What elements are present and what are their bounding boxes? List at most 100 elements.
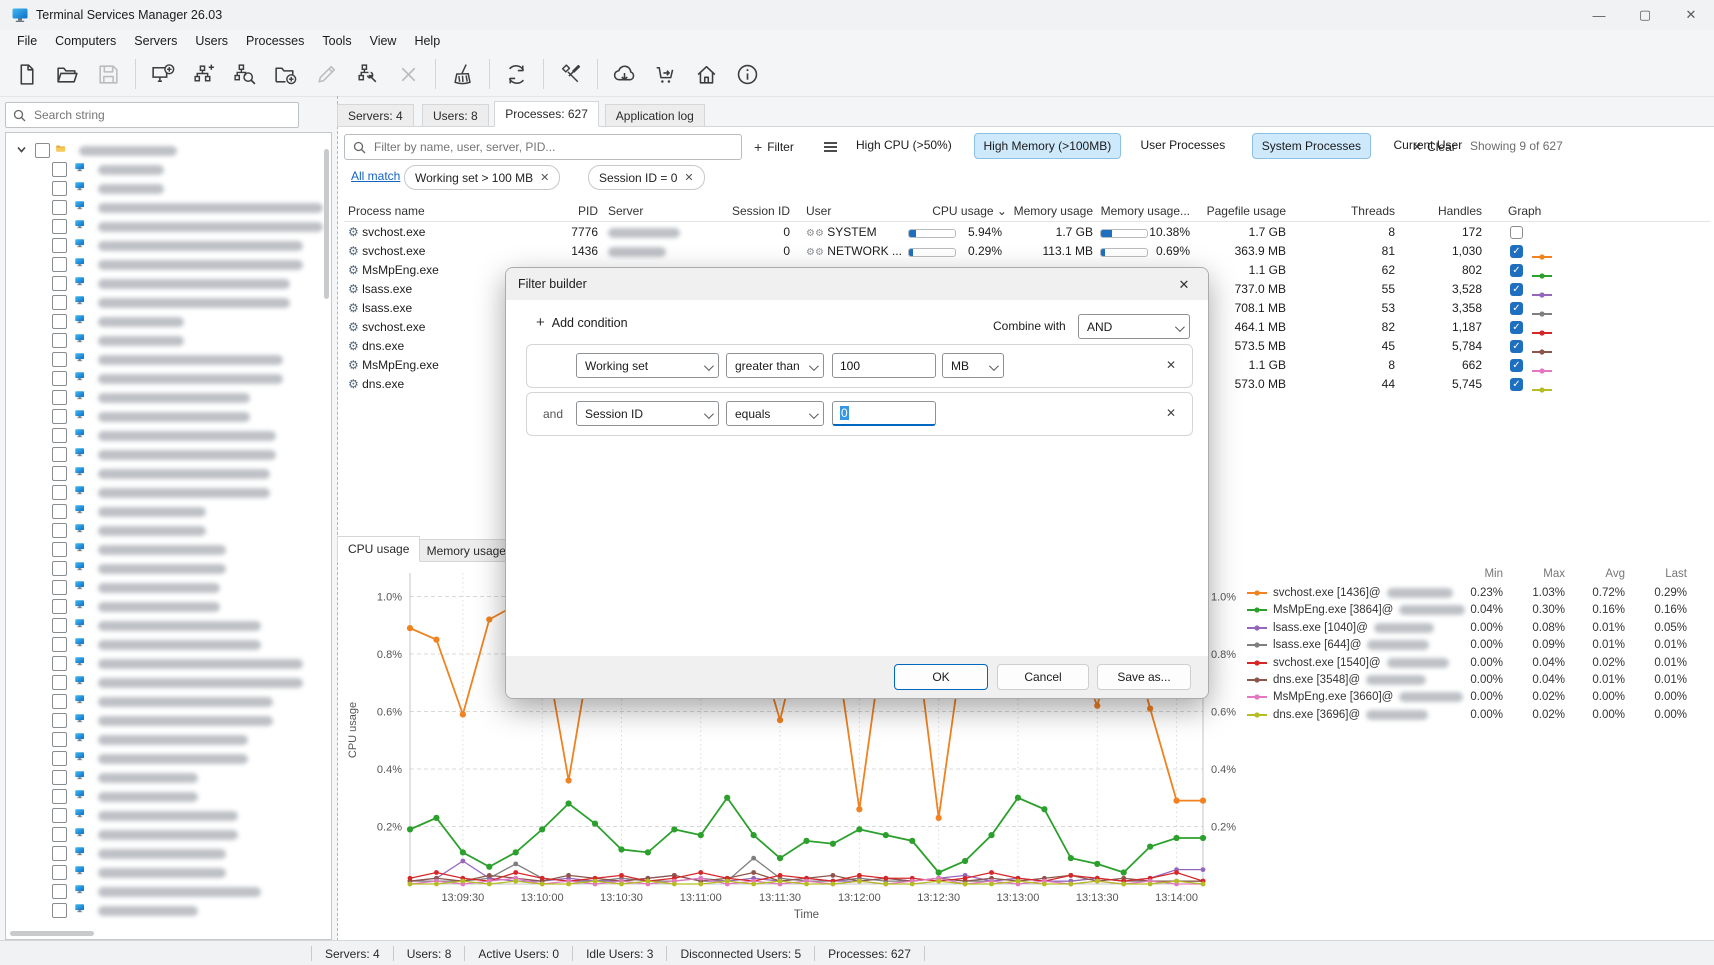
chevron-down-icon[interactable] (16, 144, 27, 158)
save-as-button[interactable]: Save as... (1097, 664, 1191, 690)
column-header-session-id[interactable]: Session ID (700, 204, 790, 218)
tree-item-checkbox[interactable] (52, 732, 67, 747)
graph-checkbox[interactable]: ✓ (1510, 283, 1523, 296)
tree-item-checkbox[interactable] (52, 789, 67, 804)
tree-computer-item[interactable] (52, 255, 303, 274)
condition-field-select[interactable]: Working set (576, 353, 719, 378)
graph-checkbox[interactable]: ✓ (1510, 321, 1523, 334)
toolbar-add-folder-icon[interactable] (265, 55, 306, 93)
tree-computer-item[interactable] (52, 426, 276, 445)
minimize-button[interactable]: — (1576, 0, 1622, 30)
toolbar-refresh-icon[interactable] (496, 55, 537, 93)
add-condition-button[interactable]: + Add condition (536, 314, 628, 331)
tree-computer-item[interactable] (52, 559, 226, 578)
tree-item-checkbox[interactable] (52, 713, 67, 728)
chip-remove-icon[interactable]: ✕ (684, 171, 693, 184)
tree-computer-item[interactable] (52, 407, 250, 426)
tree-computer-item[interactable] (52, 901, 198, 920)
condition-operator-select[interactable]: equals (726, 401, 824, 426)
tab-users-8[interactable]: Users: 8 (422, 104, 489, 127)
tab-application-log[interactable]: Application log (605, 104, 705, 127)
graph-checkbox[interactable]: ✓ (1510, 302, 1523, 315)
chip-remove-icon[interactable]: ✕ (540, 171, 549, 184)
column-header-user[interactable]: User (806, 204, 831, 218)
table-row[interactable]: ⚙ svchost.exe77760⚙⚙ SYSTEM5.94%1.7 GB10… (344, 223, 1710, 242)
combine-with-select[interactable]: AND (1078, 314, 1190, 339)
toolbar-info-icon[interactable] (727, 55, 768, 93)
tree-computer-item[interactable] (52, 274, 290, 293)
cancel-button[interactable]: Cancel (997, 664, 1089, 690)
tree-computer-item[interactable] (52, 597, 220, 616)
graph-checkbox[interactable]: ✓ (1510, 264, 1523, 277)
filter-chip[interactable]: Working set > 100 MB✕ (404, 165, 560, 190)
condition-value-input[interactable]: 100 (832, 353, 936, 378)
tree-item-checkbox[interactable] (52, 200, 67, 215)
tree-item-checkbox[interactable] (52, 447, 67, 462)
dialog-close-button[interactable]: ✕ (1172, 274, 1196, 296)
tree-computer-item[interactable] (52, 388, 250, 407)
condition-unit-select[interactable]: MB (942, 353, 1004, 378)
tree-item-checkbox[interactable] (52, 637, 67, 652)
tree-item-checkbox[interactable] (52, 390, 67, 405)
filter-toggle-system-processes[interactable]: System Processes (1252, 133, 1371, 159)
tree-item-checkbox[interactable] (52, 333, 67, 348)
condition-operator-select[interactable]: greater than (726, 353, 824, 378)
tree-computer-item[interactable] (52, 369, 283, 388)
tree-computer-item[interactable] (52, 464, 270, 483)
column-header-server[interactable]: Server (608, 204, 643, 218)
graph-checkbox[interactable]: ✓ (1510, 340, 1523, 353)
column-header-pid[interactable]: PID (508, 204, 598, 218)
chart-tab-cpu-usage[interactable]: CPU usage (337, 536, 420, 562)
tree-horizontal-scrollbar[interactable] (10, 931, 94, 936)
tree-item-checkbox[interactable] (52, 770, 67, 785)
tree-root-item[interactable] (16, 141, 177, 160)
add-filter-button[interactable]: + Filter (754, 136, 794, 158)
process-table-header[interactable]: Process name PID Server Session ID User CPU u… (344, 200, 1710, 222)
menu-servers[interactable]: Servers (125, 32, 186, 50)
tree-item-checkbox[interactable] (52, 504, 67, 519)
condition-remove-button[interactable]: ✕ (1166, 358, 1176, 372)
column-header-graph[interactable]: Graph (1508, 204, 1541, 218)
menu-file[interactable]: File (8, 32, 46, 50)
tree-item-checkbox[interactable] (52, 903, 67, 918)
tree-item-checkbox[interactable] (52, 428, 67, 443)
toolbar-home-icon[interactable] (686, 55, 727, 93)
tree-computer-item[interactable] (52, 445, 276, 464)
tree-item-checkbox[interactable] (52, 162, 67, 177)
column-header-memory-usage[interactable]: Memory usage (1003, 204, 1093, 218)
tree-computer-item[interactable] (52, 806, 238, 825)
tree-item-checkbox[interactable] (52, 352, 67, 367)
tree-item-checkbox[interactable] (52, 219, 67, 234)
filter-toggle-user-processes[interactable]: User Processes (1132, 133, 1235, 157)
tree-computer-item[interactable] (52, 217, 323, 236)
tree-computer-item[interactable] (52, 521, 206, 540)
tree-computer-item[interactable] (52, 198, 323, 217)
column-header-cpu-usage[interactable]: CPU usage ⌄ (917, 204, 1007, 218)
menu-users[interactable]: Users (186, 32, 237, 50)
tree-item-checkbox[interactable] (52, 694, 67, 709)
tree-computer-item[interactable] (52, 331, 184, 350)
tree-item-checkbox[interactable] (52, 409, 67, 424)
tree-computer-item[interactable] (52, 882, 261, 901)
tree-computer-item[interactable] (52, 236, 303, 255)
tab-processes-627[interactable]: Processes: 627 (494, 101, 599, 127)
tree-computer-item[interactable] (52, 673, 303, 692)
tree-item-checkbox[interactable] (52, 257, 67, 272)
tree-item-checkbox[interactable] (52, 675, 67, 690)
tree-item-checkbox[interactable] (52, 523, 67, 538)
tree-computer-item[interactable] (52, 578, 220, 597)
tree-item-checkbox[interactable] (52, 580, 67, 595)
filter-toggle-high-memory-100mb-[interactable]: High Memory (>100MB) (974, 133, 1122, 159)
column-header-pagefile-usage[interactable]: Pagefile usage (1196, 204, 1286, 218)
tree-computer-item[interactable] (52, 635, 261, 654)
tree-computer-item[interactable] (52, 768, 198, 787)
tree-computer-item[interactable] (52, 711, 273, 730)
tree-computer-item[interactable] (52, 844, 226, 863)
column-header-memory-usage-[interactable]: Memory usage... (1100, 204, 1190, 218)
column-header-process-name[interactable]: Process name (348, 204, 425, 218)
column-header-threads[interactable]: Threads (1305, 204, 1395, 218)
menu-help[interactable]: Help (405, 32, 449, 50)
tree-computer-item[interactable] (52, 825, 238, 844)
tree-computer-item[interactable] (52, 160, 164, 179)
tree-computer-item[interactable] (52, 483, 270, 502)
